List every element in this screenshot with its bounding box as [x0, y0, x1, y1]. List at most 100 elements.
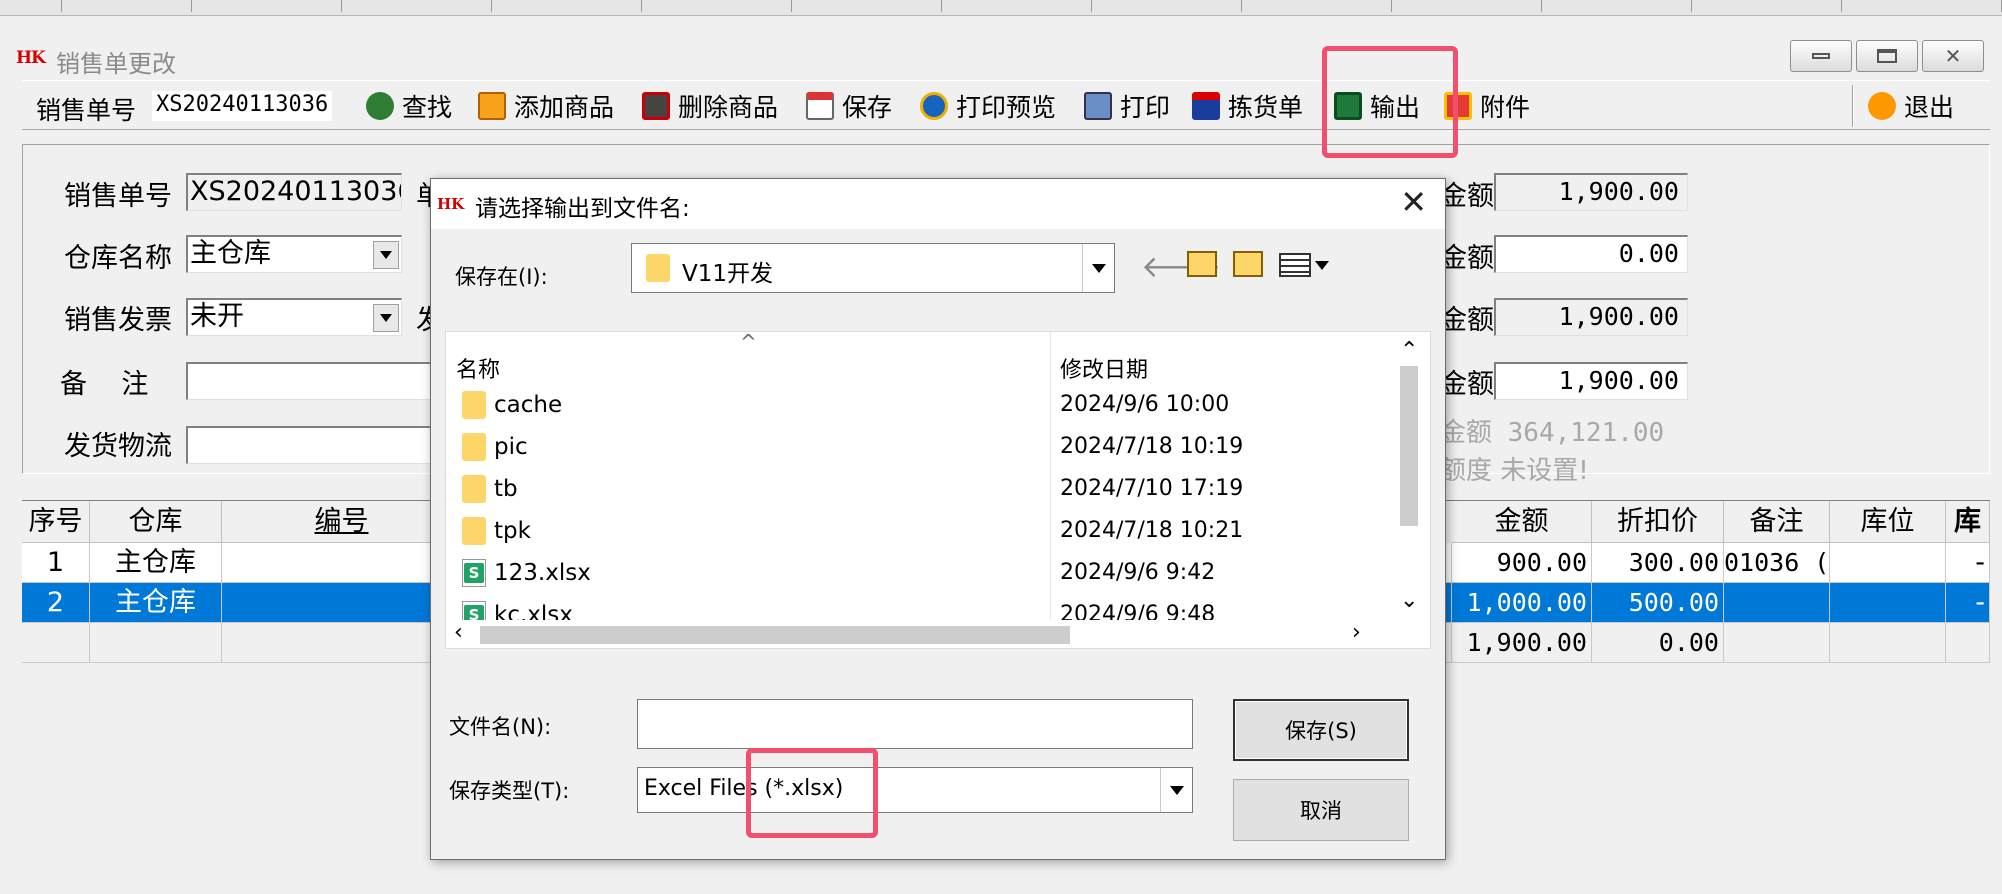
dialog-close-icon[interactable]: ✕: [1400, 183, 1427, 221]
col-name[interactable]: 名称: [456, 352, 500, 384]
warehouse-value: 主仓库: [190, 238, 271, 269]
add-box-icon: [478, 92, 506, 120]
print-preview-button[interactable]: 打印预览: [920, 89, 1056, 123]
col-code[interactable]: 编号: [222, 501, 462, 543]
picking-list-label: 拣货单: [1228, 93, 1304, 122]
find-button[interactable]: 查找: [366, 89, 452, 123]
print-button[interactable]: 打印: [1084, 89, 1170, 123]
col-amount[interactable]: 金额: [1452, 501, 1592, 543]
chevron-down-icon[interactable]: [373, 304, 399, 332]
filename-input[interactable]: [637, 699, 1193, 749]
list-item[interactable]: pic: [462, 426, 528, 468]
invoice-select[interactable]: 未开: [186, 298, 402, 336]
folder-icon: [462, 517, 486, 545]
logistics-field[interactable]: [186, 426, 436, 464]
toolbar-order-label: 销售单号: [36, 96, 137, 125]
amount-label-1: 金额: [1440, 181, 1494, 212]
save-in-combo[interactable]: V11开发: [631, 243, 1115, 293]
col-modified[interactable]: 修改日期: [1060, 352, 1148, 384]
cell-empty: [1830, 623, 1946, 663]
credit-text: 额度 未设置!: [1440, 456, 1589, 486]
maximize-button[interactable]: [1856, 40, 1918, 72]
dialog-cancel-button[interactable]: 取消: [1233, 779, 1409, 841]
cell-seq: 1: [22, 543, 90, 583]
cell-amount: 1,000.00: [1452, 583, 1592, 623]
warehouse-label: 仓库名称: [64, 243, 172, 274]
window-title: 销售单更改: [56, 50, 176, 78]
view-menu-icon[interactable]: [1279, 253, 1311, 277]
filetype-select[interactable]: Excel Files (*.xlsx): [637, 767, 1193, 813]
chevron-down-icon[interactable]: [1082, 244, 1114, 292]
list-item[interactable]: cache: [462, 384, 562, 426]
print-preview-label: 打印预览: [956, 93, 1057, 122]
save-file-dialog: HK 请选择输出到文件名: ✕ 保存在(I): V11开发 🡐 ^ 名称 修改日…: [430, 178, 1446, 860]
printer-icon: [1084, 92, 1112, 120]
list-item[interactable]: 123.xlsx: [462, 552, 591, 594]
order-no-label: 销售单号: [64, 181, 172, 212]
delete-box-icon: [642, 92, 670, 120]
picking-list-icon: [1192, 92, 1220, 120]
order-no-field[interactable]: XS20240113036: [186, 173, 402, 211]
amount-field-2[interactable]: 0.00: [1494, 235, 1688, 273]
window-title-bar: HK 销售单更改 ✕: [0, 38, 2002, 78]
vertical-scrollbar[interactable]: ⌃ ⌄: [1384, 332, 1430, 620]
close-window-button[interactable]: ✕: [1922, 40, 1984, 72]
scroll-up-icon[interactable]: ⌃: [1400, 338, 1418, 363]
amount-field-4[interactable]: 1,900.00: [1494, 362, 1688, 400]
file-date: 2024/7/18 10:19: [1060, 434, 1244, 459]
cell-remark: [1724, 583, 1830, 623]
save-icon: [806, 92, 834, 120]
picking-list-button[interactable]: 拣货单: [1192, 89, 1303, 123]
scroll-down-icon[interactable]: ⌄: [1400, 588, 1418, 613]
chevron-down-icon[interactable]: [1160, 768, 1192, 812]
scroll-right-icon[interactable]: ›: [1352, 620, 1361, 645]
exit-label: 退出: [1904, 93, 1955, 122]
add-item-button[interactable]: 添加商品: [478, 89, 614, 123]
chevron-down-icon[interactable]: [373, 241, 399, 269]
cell-empty: [1724, 623, 1830, 663]
cell-last: -: [1946, 583, 1990, 623]
cell-discount-price: 500.00: [1592, 583, 1724, 623]
toolbar-order-value: XS20240113036: [152, 91, 333, 121]
col-discount-price[interactable]: 折扣价: [1592, 501, 1724, 543]
scrollbar-thumb[interactable]: [1400, 366, 1418, 526]
save-in-label: 保存在(I):: [455, 265, 548, 289]
view-dropdown-icon[interactable]: [1315, 261, 1329, 270]
total-amount: 1,900.00: [1452, 623, 1592, 663]
column-divider: [1050, 332, 1051, 648]
file-list[interactable]: ^ 名称 修改日期 cache 2024/9/6 10:00 pic 2024/…: [445, 331, 1431, 649]
highlight-filetype: [746, 748, 878, 838]
horizontal-scrollbar[interactable]: ‹ ›: [446, 620, 1384, 648]
col-last[interactable]: 库: [1946, 501, 1990, 543]
toolbar-separator: [1852, 85, 1854, 127]
list-item[interactable]: tb: [462, 468, 518, 510]
total-discount-price: 0.00: [1592, 623, 1724, 663]
col-seq[interactable]: 序号: [22, 501, 90, 543]
col-warehouse[interactable]: 仓库: [90, 501, 222, 543]
amount-label-3: 金额: [1440, 305, 1494, 336]
save-button[interactable]: 保存: [806, 89, 892, 123]
list-item[interactable]: tpk: [462, 510, 531, 552]
file-name: tpk: [494, 518, 531, 544]
exit-button[interactable]: 退出: [1868, 89, 1954, 123]
new-folder-icon[interactable]: [1233, 251, 1263, 277]
remark-label: 备 注: [60, 369, 149, 400]
spreadsheet-icon: [462, 559, 486, 587]
cell-warehouse: 主仓库: [90, 583, 222, 623]
scroll-left-icon[interactable]: ‹: [454, 620, 463, 645]
save-label: 保存: [842, 93, 893, 122]
file-date: 2024/7/18 10:21: [1060, 518, 1244, 543]
minimize-button[interactable]: [1790, 40, 1852, 72]
cell-location: [1830, 583, 1946, 623]
delete-item-button[interactable]: 删除商品: [642, 89, 778, 123]
invoice-label: 销售发票: [64, 305, 172, 336]
magnifier-icon: [366, 92, 394, 120]
up-folder-icon[interactable]: [1187, 251, 1217, 277]
col-location[interactable]: 库位: [1830, 501, 1946, 543]
app-logo: HK: [16, 48, 46, 68]
remark-field[interactable]: [186, 362, 436, 400]
dialog-save-button[interactable]: 保存(S): [1233, 699, 1409, 761]
warehouse-select[interactable]: 主仓库: [186, 235, 402, 273]
hscrollbar-thumb[interactable]: [480, 626, 1070, 644]
col-remark[interactable]: 备注: [1724, 501, 1830, 543]
